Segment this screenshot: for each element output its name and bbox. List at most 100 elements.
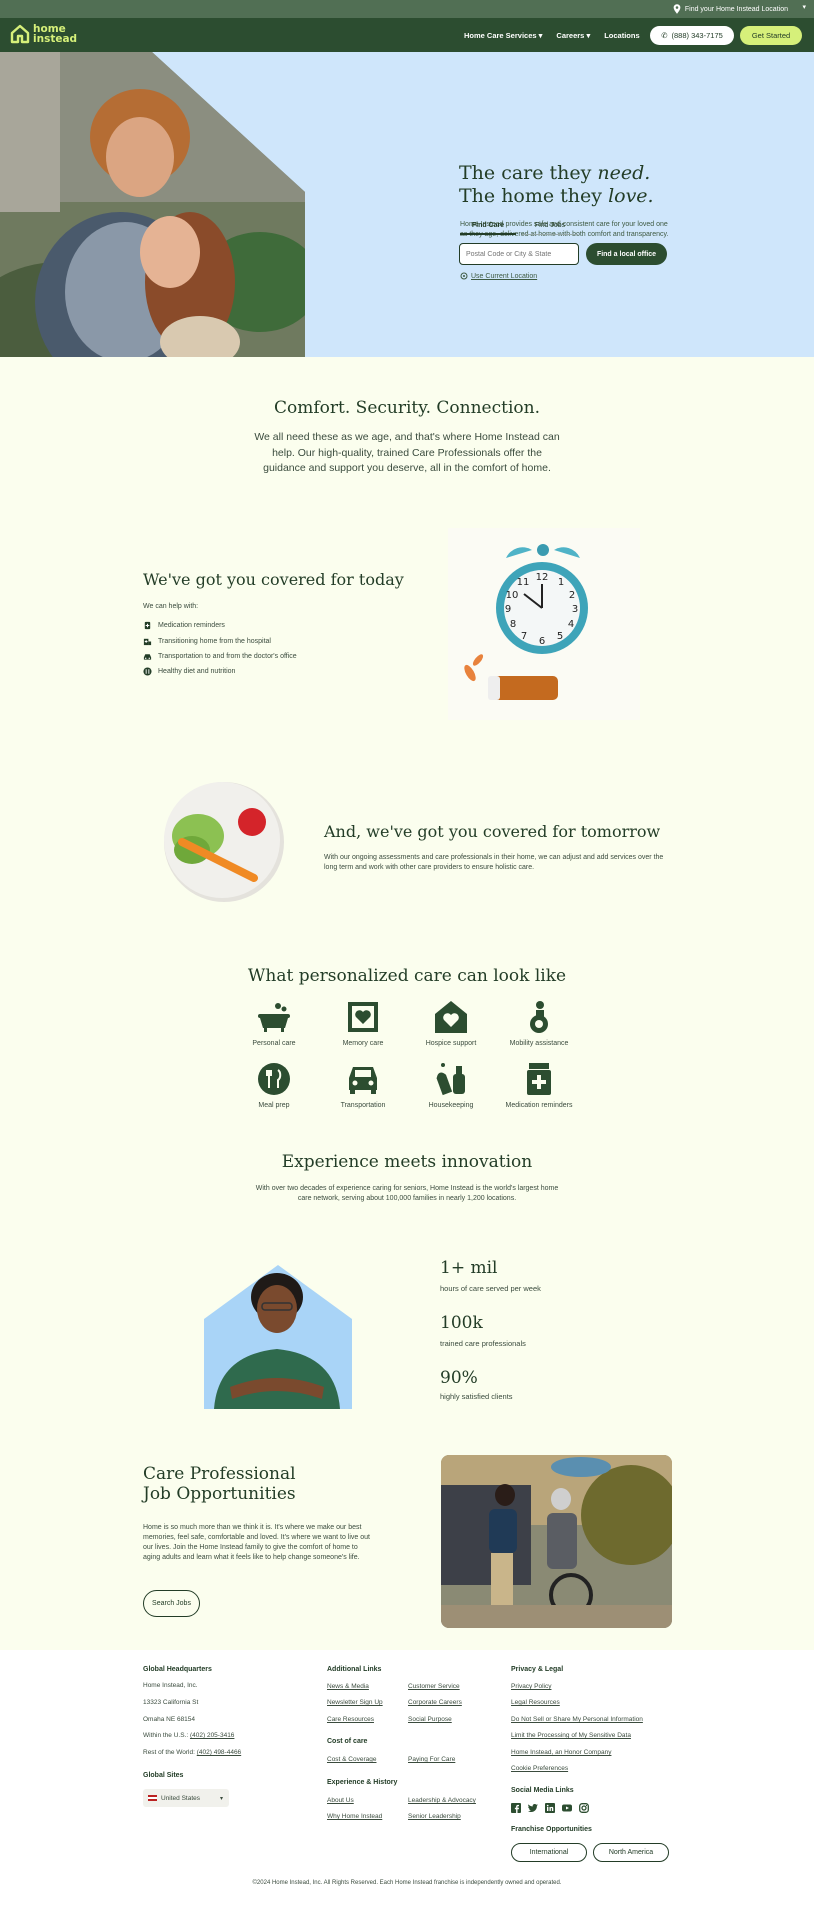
- footer-global-sites-title: Global Sites: [143, 1772, 184, 1779]
- hero-tabs: Find Care Find Jobs: [460, 219, 578, 235]
- global-sites-select[interactable]: United States ▾: [143, 1789, 229, 1807]
- jobs-description: Home is so much more than we think it is…: [143, 1524, 371, 1561]
- list-item-label: Medication reminders: [158, 622, 225, 629]
- linkedin-icon[interactable]: [545, 1803, 555, 1813]
- instagram-icon[interactable]: [579, 1803, 589, 1813]
- care-title: What personalized care can look like: [247, 966, 567, 986]
- jobs-title: Care Professional Job Opportunities: [143, 1464, 296, 1504]
- facebook-icon[interactable]: [511, 1803, 521, 1813]
- vegetables-plate-image: [164, 782, 284, 902]
- list-item-label: Transportation to and from the doctor's …: [158, 653, 297, 660]
- footer-link-newsletter[interactable]: Newsletter Sign Up: [327, 1699, 383, 1706]
- stat-satisfied-label: highly satisfied clients: [440, 1392, 513, 1401]
- care-item-label: Transportation: [340, 1102, 386, 1109]
- footer-link-customer-service[interactable]: Customer Service: [408, 1683, 460, 1690]
- footer-link-news[interactable]: News & Media: [327, 1683, 369, 1690]
- crosshair-icon: [460, 272, 468, 280]
- svg-text:1: 1: [558, 577, 564, 588]
- tab-find-jobs[interactable]: Find Jobs: [522, 219, 578, 235]
- nav-careers[interactable]: Careers ▾: [556, 31, 590, 40]
- list-item: Transitioning home from the hospital: [143, 637, 271, 646]
- home-instead-logo[interactable]: home instead: [10, 24, 77, 44]
- footer-link-limit-processing[interactable]: Limit the Processing of My Sensitive Dat…: [511, 1732, 631, 1739]
- care-item-housekeeping: Housekeeping: [406, 1062, 496, 1109]
- footer-additional-title: Additional Links: [327, 1666, 382, 1673]
- care-item-hospice-support: Hospice support: [406, 1000, 496, 1047]
- list-item-label: Transitioning home from the hospital: [158, 638, 271, 645]
- footer-link-corporate-careers[interactable]: Corporate Careers: [408, 1699, 462, 1706]
- footer-link-privacy-policy[interactable]: Privacy Policy: [511, 1683, 551, 1690]
- footer-social-title: Social Media Links: [511, 1787, 574, 1794]
- utensils-icon: [143, 667, 152, 676]
- list-item: Transportation to and from the doctor's …: [143, 652, 297, 661]
- hero-title-emphasis: love.: [608, 185, 654, 207]
- footer-link-senior-leadership[interactable]: Senior Leadership: [408, 1813, 461, 1820]
- franchise-north-america-button[interactable]: North America: [593, 1843, 669, 1862]
- stat-hours-number: 1+ mil: [440, 1258, 498, 1278]
- svg-text:3: 3: [572, 604, 578, 615]
- franchise-international-button[interactable]: International: [511, 1843, 587, 1862]
- care-item-label: Memory care: [342, 1040, 384, 1047]
- footer-phone-world: Rest of the World: (402) 498-4466: [143, 1749, 241, 1756]
- footer-link-cookie-preferences[interactable]: Cookie Preferences: [511, 1765, 568, 1772]
- comfort-title: Comfort. Security. Connection.: [274, 398, 540, 418]
- top-utility-bar: Find your Home Instead Location ▾: [0, 0, 814, 18]
- current-location-label: Use Current Location: [471, 272, 538, 280]
- svg-text:8: 8: [510, 619, 516, 630]
- footer-link-legal-resources[interactable]: Legal Resources: [511, 1699, 560, 1706]
- care-item-label: Personal care: [252, 1040, 296, 1047]
- tab-find-care[interactable]: Find Care: [460, 219, 516, 235]
- phone-world-link[interactable]: (402) 498-4466: [197, 1749, 241, 1756]
- youtube-icon[interactable]: [562, 1803, 572, 1813]
- find-location-link[interactable]: Find your Home Instead Location: [673, 4, 788, 14]
- hero-title-text: The care they: [459, 162, 598, 184]
- footer-link-social-purpose[interactable]: Social Purpose: [408, 1716, 452, 1723]
- use-current-location-link[interactable]: Use Current Location: [460, 272, 537, 280]
- footer-phone-us: Within the U.S.: (402) 205-3416: [143, 1732, 234, 1739]
- phone-button[interactable]: ✆ (888) 343-7175: [650, 26, 734, 45]
- footer-link-about-us[interactable]: About Us: [327, 1797, 354, 1804]
- footer-link-paying-for-care[interactable]: Paying For Care: [408, 1756, 455, 1763]
- footer-link-why-home-instead[interactable]: Why Home Instead: [327, 1813, 382, 1820]
- search-jobs-button[interactable]: Search Jobs: [143, 1590, 200, 1617]
- location-pin-icon: [673, 4, 681, 14]
- chevron-down-icon[interactable]: ▾: [802, 3, 806, 11]
- footer-link-honor-company[interactable]: Home Instead, an Honor Company: [511, 1749, 611, 1756]
- list-item: Medication reminders: [143, 621, 225, 630]
- footer-hq-title: Global Headquarters: [143, 1666, 212, 1673]
- nav-home-care-services[interactable]: Home Care Services ▾: [464, 31, 542, 40]
- footer-link-leadership-advocacy[interactable]: Leadership & Advocacy: [408, 1797, 476, 1804]
- fork-knife-icon: [258, 1063, 290, 1095]
- social-icons: [511, 1803, 589, 1813]
- nav-locations[interactable]: Locations: [604, 31, 639, 40]
- wheelchair-icon: [530, 1001, 548, 1033]
- footer-link-cost-coverage[interactable]: Cost & Coverage: [327, 1756, 377, 1763]
- hero-title-emphasis: need.: [597, 162, 651, 184]
- footer-link-do-not-sell[interactable]: Do Not Sell or Share My Personal Informa…: [511, 1716, 643, 1723]
- find-location-label: Find your Home Instead Location: [684, 5, 788, 13]
- svg-text:9: 9: [505, 604, 511, 615]
- find-local-office-button[interactable]: Find a local office: [586, 243, 667, 265]
- get-started-button[interactable]: Get Started: [740, 26, 802, 45]
- list-item: Healthy diet and nutrition: [143, 667, 235, 676]
- medication-icon: [144, 621, 151, 630]
- pill-bottle-icon: [527, 1063, 551, 1095]
- hero-title-text: The home they: [459, 185, 609, 207]
- svg-text:7: 7: [521, 631, 527, 642]
- phone-us-link[interactable]: (402) 205-3416: [190, 1732, 234, 1739]
- footer-hq-line: 13323 California St: [143, 1699, 199, 1706]
- car-icon: [349, 1067, 377, 1094]
- chevron-down-icon: ▾: [538, 31, 543, 40]
- tomorrow-description: With our ongoing assessments and care pr…: [324, 854, 664, 871]
- postal-code-input[interactable]: [459, 243, 579, 265]
- caregiver-helping-senior-photo: [441, 1455, 672, 1628]
- today-title: We've got you covered for today: [143, 570, 404, 589]
- experience-title: Experience meets innovation: [281, 1152, 533, 1172]
- footer-link-care-resources[interactable]: Care Resources: [327, 1716, 374, 1723]
- svg-text:12: 12: [536, 572, 549, 583]
- car-icon: [143, 654, 152, 660]
- list-item-label: Healthy diet and nutrition: [158, 668, 236, 675]
- twitter-icon[interactable]: [528, 1803, 538, 1813]
- jobs-title-line: Job Opportunities: [143, 1484, 296, 1504]
- svg-text:11: 11: [517, 577, 530, 588]
